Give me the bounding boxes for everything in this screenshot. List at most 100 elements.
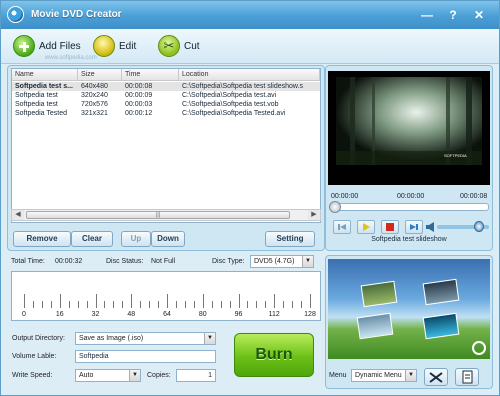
play-icon (363, 223, 370, 231)
ruler-tick (32, 301, 34, 308)
scroll-right-icon[interactable]: ▶ (308, 210, 320, 220)
volume-label-field[interactable]: Softpedia (75, 350, 216, 363)
write-speed-select[interactable]: Auto ▼ (75, 369, 141, 382)
add-files-label: Add Files (39, 40, 81, 52)
lightbulb-icon (93, 35, 115, 57)
ruler-tick (158, 301, 160, 308)
edit-label: Edit (119, 40, 137, 52)
remove-button[interactable]: Remove (13, 231, 71, 247)
ruler-tick (202, 294, 204, 308)
total-time-value: 00:00:32 (55, 258, 83, 265)
ruler-tick (68, 301, 70, 308)
output-directory-value: Save as Image (.iso) (79, 335, 144, 342)
tools-icon (429, 372, 443, 383)
ruler-tick (283, 301, 285, 308)
minimize-icon[interactable]: — (419, 7, 435, 23)
write-speed-label: Write Speed: (12, 372, 53, 379)
cell-name: Softpedia Tested (15, 110, 68, 117)
scroll-left-icon[interactable]: ◀ (12, 210, 24, 220)
skip-back-icon (338, 224, 346, 230)
column-header-size[interactable]: Size (78, 69, 122, 81)
document-icon (462, 370, 473, 384)
cell-name: Softpedia test (15, 101, 58, 108)
ruler-tick (175, 301, 177, 308)
menu-select-value: Dynamic Menu (355, 372, 402, 379)
menu-document-button[interactable] (455, 368, 479, 386)
ruler-tick-label: 96 (234, 311, 243, 318)
chevron-down-icon: ▼ (302, 256, 313, 267)
disc-icon (472, 341, 486, 355)
ruler-tick (193, 301, 195, 308)
cell-name: Softpedia test s... (15, 83, 73, 90)
chevron-down-icon: ▼ (405, 370, 416, 381)
next-button[interactable] (405, 220, 423, 234)
volume-label-label: Volume Lable: (12, 353, 57, 360)
volume-knob[interactable] (473, 221, 484, 232)
file-list[interactable]: Name Size Time Location Softpedia test s… (11, 68, 321, 223)
app-logo-icon (7, 6, 24, 23)
menu-tools-button[interactable] (424, 368, 448, 386)
menu-thumbnail (422, 278, 460, 306)
previous-button[interactable] (333, 220, 351, 234)
chevron-down-icon: ▼ (129, 370, 140, 381)
stop-button[interactable] (381, 220, 399, 234)
table-row[interactable]: Softpedia Tested 321x321 00:00:12 C:\Sof… (12, 109, 320, 118)
cell-location: C:\Softpedia\Softpedia Tested.avi (182, 110, 286, 117)
column-header-name[interactable]: Name (12, 69, 78, 81)
ruler-tick (24, 294, 25, 308)
seek-bar[interactable] (329, 201, 489, 213)
ruler-tick (140, 301, 142, 308)
ruler-tick (77, 301, 79, 308)
disc-status-label: Disc Status: (106, 258, 144, 265)
ruler-tick (292, 301, 294, 308)
copies-label: Copies: (147, 372, 171, 379)
burn-button[interactable]: Burn (234, 333, 314, 377)
table-row[interactable]: Softpedia test 720x576 00:00:03 C:\Softp… (12, 100, 320, 109)
cell-time: 00:00:08 (125, 83, 153, 90)
scroll-thumb[interactable]: ||| (26, 211, 290, 219)
ruler-tick (41, 301, 43, 308)
cell-size: 321x321 (81, 110, 108, 117)
cut-button[interactable]: ✂ Cut (158, 33, 200, 59)
skip-forward-icon (410, 224, 418, 230)
ruler-tick (50, 301, 52, 308)
ruler-tick (104, 301, 106, 308)
title-bar: Movie DVD Creator — ? ✕ (1, 1, 499, 29)
stop-icon (386, 223, 394, 231)
seek-knob[interactable] (329, 201, 341, 213)
play-button[interactable] (357, 220, 375, 234)
ruler-tick (122, 301, 124, 308)
ruler-tick-label: 0 (22, 311, 26, 318)
ruler-tick (167, 294, 168, 308)
total-time-label: Total Time: (11, 258, 45, 265)
column-header-location[interactable]: Location (179, 69, 320, 81)
preview-overlay-text: SOFTPEDIA (444, 153, 467, 158)
time-end: 00:00:08 (460, 193, 488, 200)
menu-select[interactable]: Dynamic Menu ▼ (351, 369, 417, 382)
ruler-tick (247, 301, 249, 308)
cell-name: Softpedia test (15, 92, 58, 99)
close-icon[interactable]: ✕ (471, 7, 487, 23)
ruler-tick-label: 48 (127, 311, 136, 318)
cell-location: C:\Softpedia\Softpedia test.vob (182, 101, 279, 108)
up-button[interactable]: Up (121, 231, 151, 247)
speaker-icon[interactable] (426, 221, 436, 233)
disc-type-label: Disc Type: (212, 258, 245, 265)
volume-slider[interactable] (437, 221, 489, 232)
horizontal-scrollbar[interactable]: ◀ ||| ▶ (11, 209, 321, 221)
ruler-tick-label: 16 (55, 311, 64, 318)
cell-size: 640x480 (81, 83, 108, 90)
column-header-time[interactable]: Time (122, 69, 179, 81)
copies-field[interactable]: 1 (176, 369, 216, 382)
table-row[interactable]: Softpedia test s... 640x480 00:00:08 C:\… (12, 82, 320, 91)
edit-button[interactable]: Edit (93, 33, 136, 59)
table-row[interactable]: Softpedia test 320x240 00:00:09 C:\Softp… (12, 91, 320, 100)
output-directory-select[interactable]: Save as Image (.iso) ▼ (75, 332, 216, 345)
disc-status-value: Not Full (151, 258, 176, 265)
disc-type-select[interactable]: DVD5 (4.7G) ▼ (250, 255, 314, 268)
help-icon[interactable]: ? (445, 7, 461, 23)
ruler-tick (149, 301, 151, 308)
clear-button[interactable]: Clear (71, 231, 113, 247)
setting-button[interactable]: Setting (265, 231, 315, 247)
down-button[interactable]: Down (151, 231, 185, 247)
